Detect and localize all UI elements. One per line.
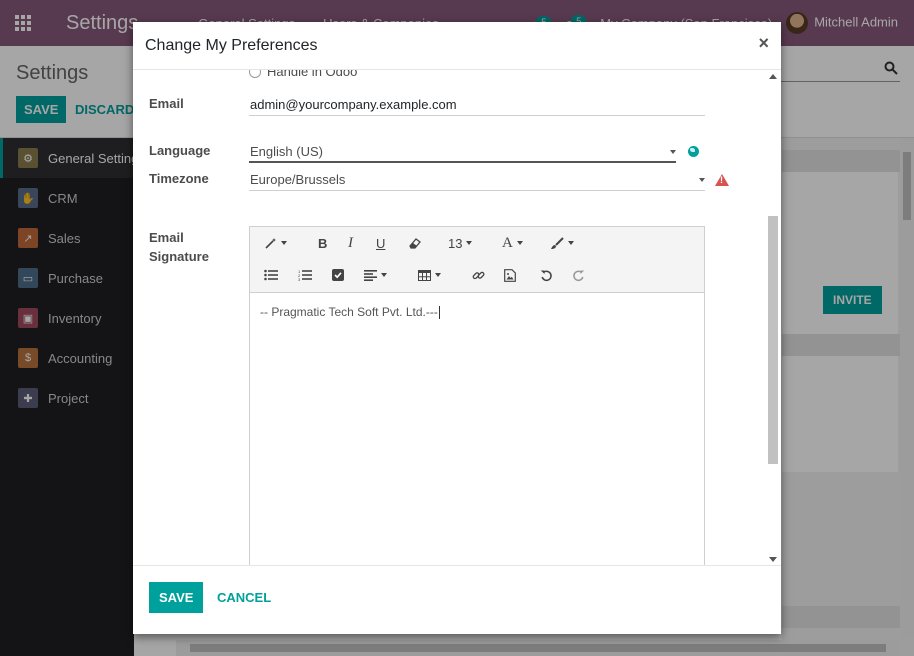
timezone-label: Timezone	[149, 171, 209, 186]
checklist-icon[interactable]	[332, 265, 344, 285]
dialog-scrollbar[interactable]	[767, 70, 779, 566]
dialog-header: Change My Preferences	[133, 22, 781, 70]
font-color-icon[interactable]: A	[502, 233, 523, 253]
chevron-down-icon	[699, 178, 705, 182]
editor-toolbar: B I U 13 A 123	[250, 227, 704, 293]
cancel-button[interactable]: CANCEL	[217, 590, 271, 605]
notification-option[interactable]: Handle in Odoo	[249, 70, 357, 79]
dialog-body: Handle in Odoo Email admin@yourcompany.e…	[133, 70, 781, 566]
redo-icon[interactable]	[572, 265, 585, 285]
magic-wand-icon	[265, 237, 276, 249]
preferences-dialog: Change My Preferences × Handle in Odoo E…	[133, 22, 781, 634]
paint-brush-icon[interactable]	[550, 233, 574, 253]
dialog-footer: SAVE CANCEL	[133, 565, 781, 634]
align-dropdown[interactable]	[364, 265, 387, 285]
email-label: Email	[149, 96, 184, 111]
scroll-down-icon[interactable]	[769, 557, 777, 562]
signature-label-line: Email	[149, 230, 184, 245]
timezone-select[interactable]: Europe/Brussels	[249, 169, 705, 191]
language-label: Language	[149, 143, 211, 158]
text-cursor	[438, 306, 440, 320]
warning-icon	[715, 174, 729, 186]
close-icon[interactable]: ×	[758, 34, 769, 52]
chevron-down-icon	[670, 150, 676, 154]
signature-content[interactable]: -- Pragmatic Tech Soft Pvt. Ltd.---	[250, 293, 704, 331]
align-left-icon	[364, 270, 377, 281]
language-value: English (US)	[250, 144, 323, 159]
signature-text: -- Pragmatic Tech Soft Pvt. Ltd.---	[260, 305, 438, 319]
underline-icon[interactable]: U	[376, 233, 385, 253]
scrollbar-thumb[interactable]	[768, 216, 778, 464]
save-button[interactable]: SAVE	[149, 582, 204, 613]
link-icon[interactable]	[472, 265, 485, 285]
eraser-icon[interactable]	[408, 233, 422, 253]
font-size-dropdown[interactable]: 13	[448, 233, 473, 253]
language-select[interactable]: English (US)	[249, 141, 676, 163]
timezone-value: Europe/Brussels	[250, 172, 346, 187]
style-dropdown[interactable]	[264, 233, 287, 253]
numbered-list-icon[interactable]: 123	[298, 265, 312, 285]
bullet-list-icon[interactable]	[264, 265, 278, 285]
bold-icon[interactable]: B	[318, 233, 327, 253]
signature-label-line: Signature	[149, 249, 209, 264]
radio-label: Handle in Odoo	[267, 70, 358, 79]
radio-button[interactable]	[249, 70, 261, 78]
dialog-title: Change My Preferences	[145, 36, 318, 54]
signature-editor: B I U 13 A 123 -- Pragmatic Tech Soft Pv…	[249, 226, 705, 566]
scroll-up-icon[interactable]	[769, 74, 777, 79]
table-dropdown[interactable]	[418, 265, 441, 285]
font-size-value: 13	[448, 235, 463, 251]
svg-text:3: 3	[298, 277, 301, 281]
undo-icon[interactable]	[540, 265, 553, 285]
signature-label: Email Signature	[149, 228, 209, 266]
italic-icon[interactable]: I	[348, 233, 353, 253]
table-icon	[418, 269, 431, 281]
image-icon[interactable]	[504, 265, 516, 285]
email-field[interactable]: admin@yourcompany.example.com	[249, 94, 705, 116]
globe-icon[interactable]	[688, 146, 699, 157]
